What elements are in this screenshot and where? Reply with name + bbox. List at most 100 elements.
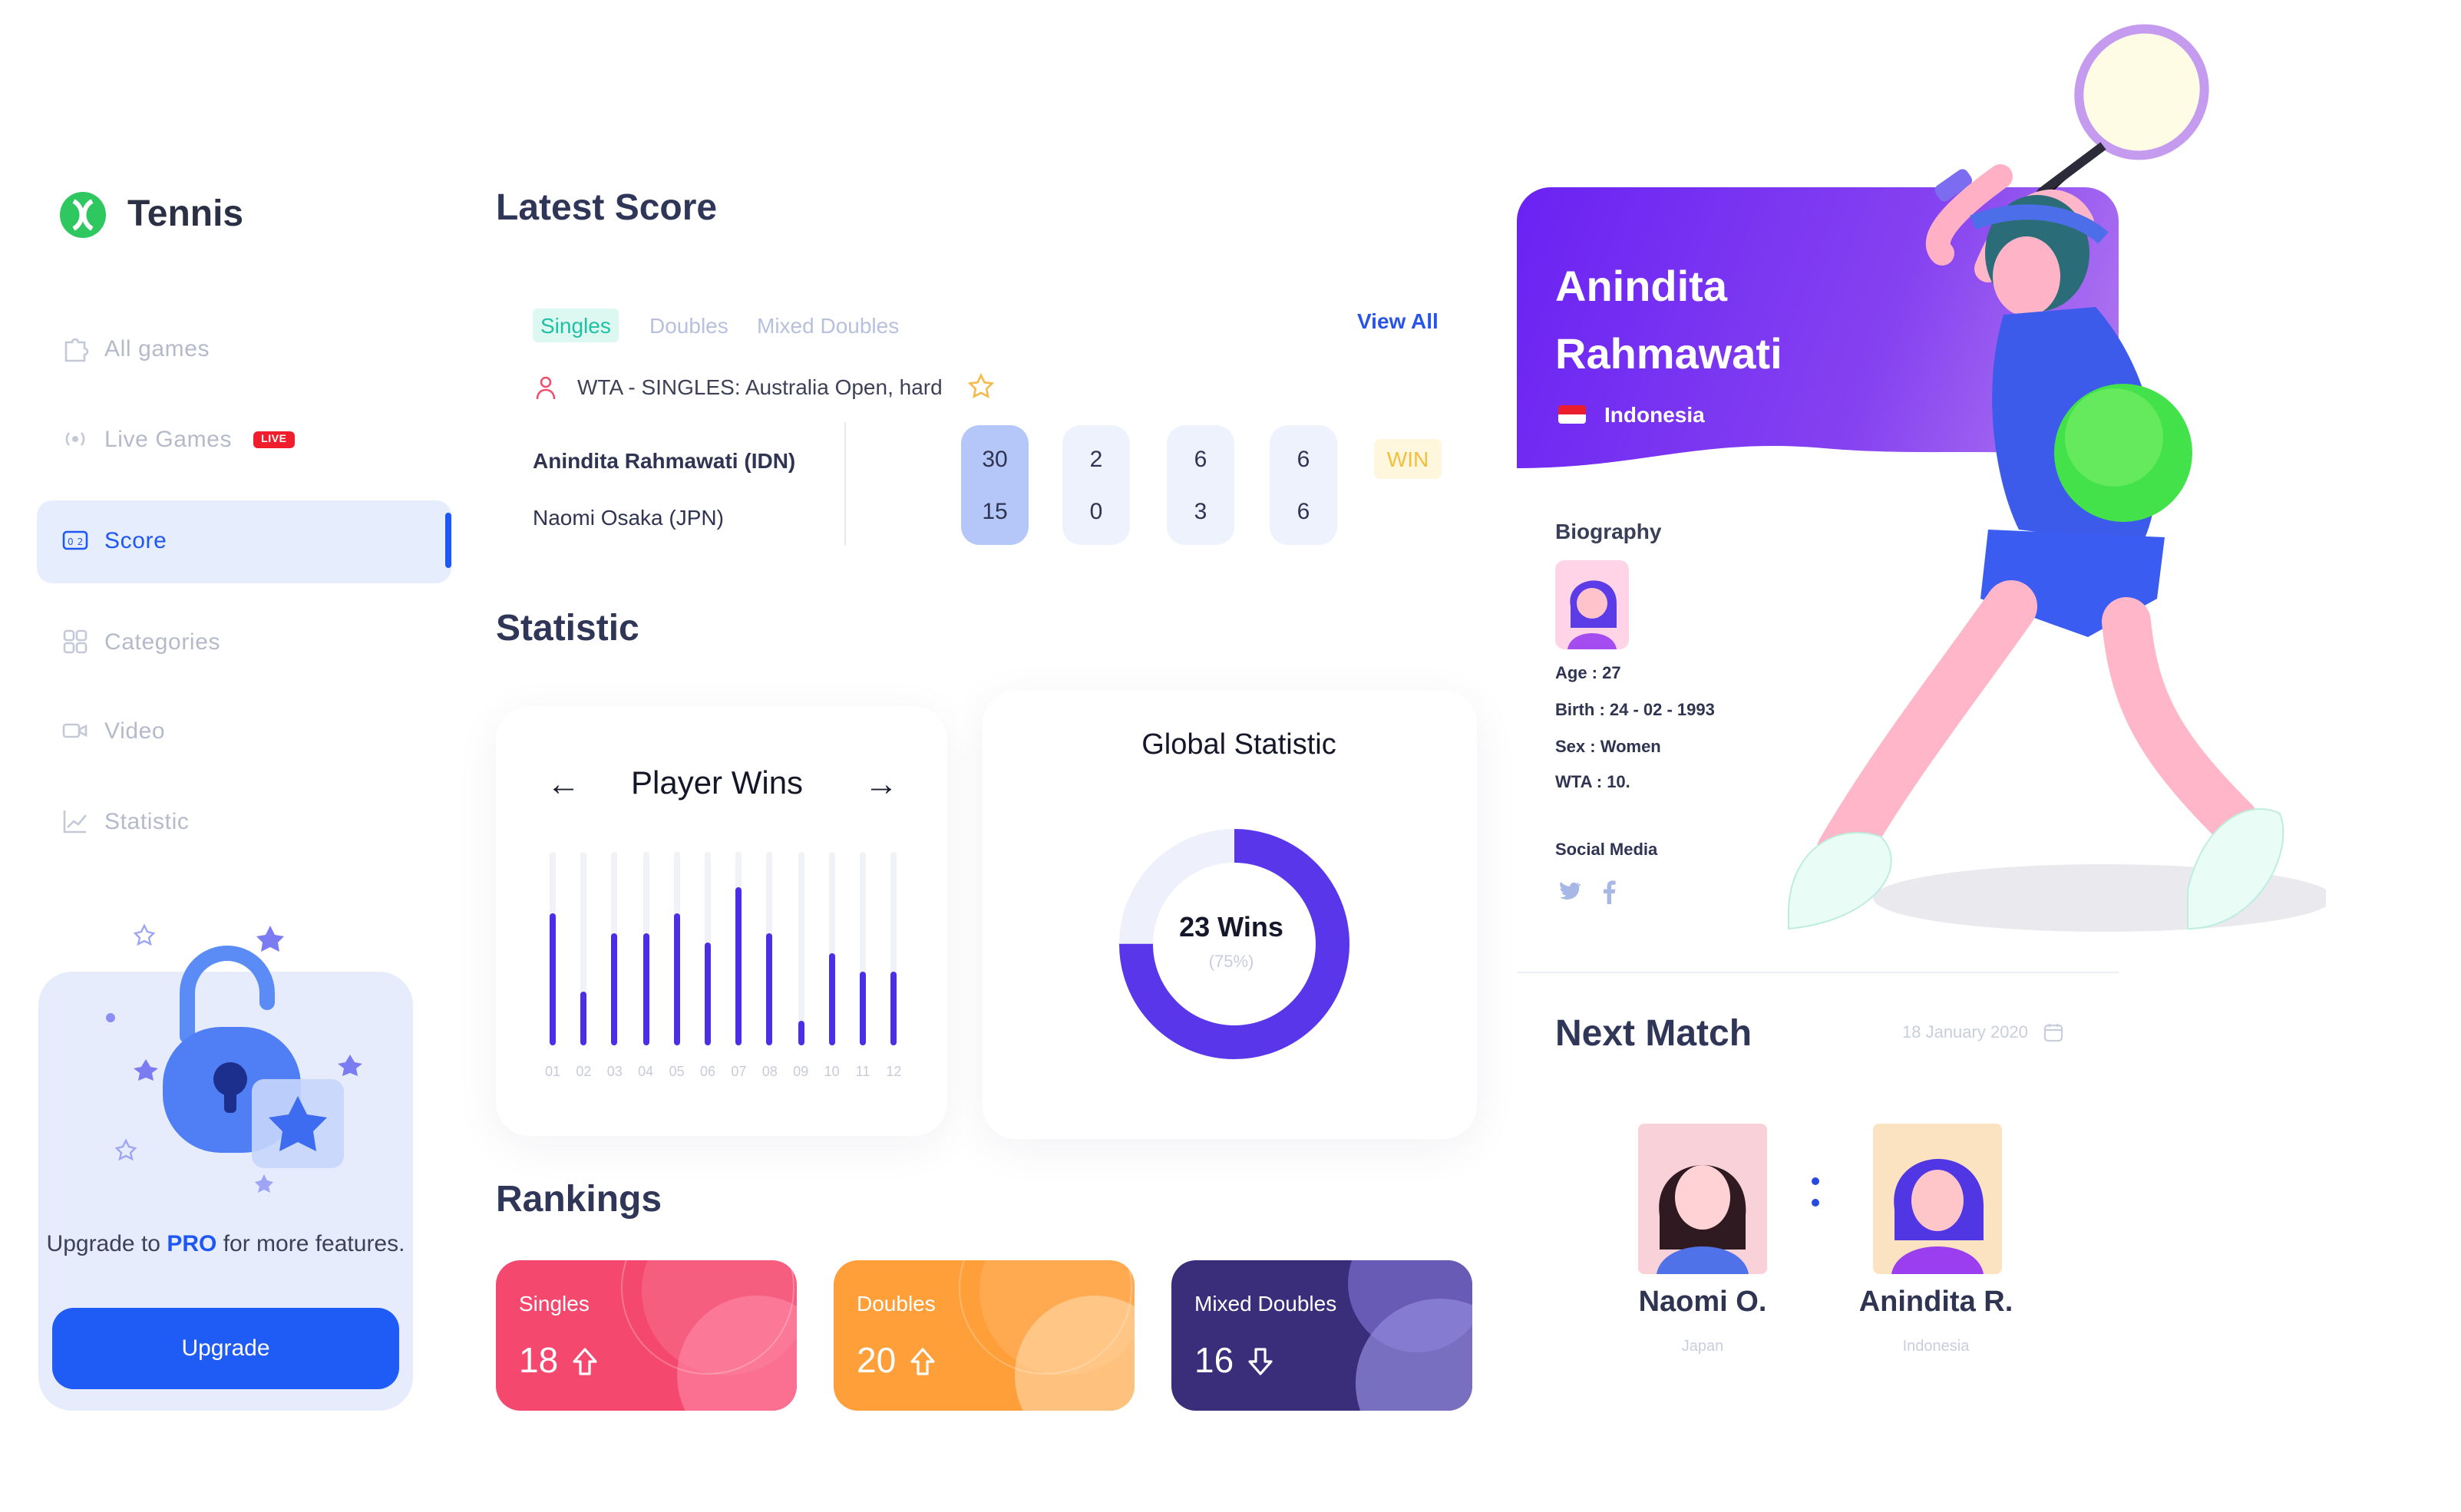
sidebar-item-categories[interactable]: Categories <box>61 628 220 655</box>
ranking-value: 20 <box>857 1340 897 1380</box>
player-name-1: Anindita Rahmawati (IDN) <box>533 448 796 473</box>
profile-country: Indonesia <box>1558 402 1705 427</box>
ranking-value: 18 <box>519 1340 559 1380</box>
bar-06[interactable] <box>705 943 711 1045</box>
bar-09[interactable] <box>798 1020 804 1045</box>
bar-12[interactable] <box>890 972 897 1045</box>
biography-label: Biography <box>1555 519 1662 543</box>
sidebar-item-label: Live Games <box>104 426 233 452</box>
calendar-icon[interactable] <box>2043 1022 2063 1042</box>
decorative-circles-icon <box>959 1260 1135 1411</box>
bar-tick-label: 12 <box>886 1064 902 1079</box>
indonesia-flag-icon <box>1558 405 1586 424</box>
bar-03[interactable] <box>611 933 618 1045</box>
bar-07[interactable] <box>735 886 742 1045</box>
upgrade-button[interactable]: Upgrade <box>52 1308 399 1389</box>
ranking-card-doubles[interactable]: Doubles 20 <box>834 1260 1135 1411</box>
next-match-player-2-country: Indonesia <box>1902 1339 1970 1355</box>
promo-text-after: for more features. <box>223 1231 405 1257</box>
bar-track <box>798 852 804 1045</box>
bar-04[interactable] <box>643 933 649 1045</box>
user-icon <box>536 375 556 399</box>
global-statistic-title: Global Statistic <box>1141 729 1336 761</box>
next-match-player-1-country: Japan <box>1681 1339 1724 1355</box>
ranking-label: Singles <box>519 1291 590 1316</box>
bar-02[interactable] <box>580 991 587 1045</box>
bar-tick-label: 04 <box>638 1064 654 1079</box>
tab-mixed-doubles[interactable]: Mixed Doubles <box>757 313 899 338</box>
bar-01[interactable] <box>550 913 556 1045</box>
profile-avatar <box>1555 560 1629 649</box>
next-arrow-icon[interactable]: → <box>864 764 898 804</box>
next-match-player-2-name: Anindita R. <box>1858 1286 2013 1319</box>
ranking-value-row: 20 <box>857 1340 936 1382</box>
ranking-value: 16 <box>1194 1340 1234 1380</box>
bar-tick-label: 02 <box>576 1064 592 1079</box>
sidebar-item-label: Score <box>104 527 167 553</box>
sidebar-item-label: Statistic <box>104 808 190 834</box>
bar-tick-label: 11 <box>855 1064 870 1079</box>
sidebar-item-label: Video <box>104 718 166 744</box>
global-wins-value: 23 Wins <box>1179 912 1283 943</box>
prev-arrow-icon[interactable]: ← <box>547 764 580 804</box>
bio-birth: Birth : 24 - 02 - 1993 <box>1555 702 1715 720</box>
statistic-title: Statistic <box>496 608 639 649</box>
bar-05[interactable] <box>673 913 680 1045</box>
score-cell: 15 <box>982 498 1008 524</box>
score-cell: 3 <box>1194 498 1207 524</box>
rankings-title: Rankings <box>496 1179 662 1220</box>
twitter-icon[interactable] <box>1558 881 1581 903</box>
upgrade-text: Upgrade to PRO for more features. <box>38 1231 413 1259</box>
score-cell: 6 <box>1297 498 1310 524</box>
vs-dot <box>1812 1177 1819 1185</box>
sidebar-item-statistic[interactable]: Statistic <box>61 807 189 835</box>
decorative-circles-icon <box>1348 1260 1472 1411</box>
next-match-date-text: 18 January 2020 <box>1902 1023 2028 1042</box>
bar-tick-label: 05 <box>669 1064 685 1079</box>
bar-tick-label: 01 <box>544 1064 560 1079</box>
bar-track <box>673 852 680 1045</box>
pro-label: PRO <box>167 1231 217 1257</box>
avatar-icon <box>1567 580 1617 649</box>
tennis-logo-icon <box>60 192 106 238</box>
score-cell: 0 <box>1089 498 1103 524</box>
opponent-avatar-naomi <box>1638 1124 1767 1274</box>
sidebar-item-all-games[interactable]: All games <box>61 335 210 362</box>
bar-08[interactable] <box>766 933 773 1045</box>
arrow-down-icon <box>1247 1347 1272 1375</box>
facebook-icon[interactable] <box>1601 880 1617 904</box>
sidebar-item-live-games[interactable]: Live Games LIVE <box>61 425 295 453</box>
bar-10[interactable] <box>828 952 835 1045</box>
decorative-circles-icon <box>621 1260 797 1411</box>
ranking-card-mixed-doubles[interactable]: Mixed Doubles 16 <box>1171 1260 1472 1411</box>
global-wins-percent: (75%) <box>1208 953 1254 972</box>
anindita-avatar-icon <box>1891 1158 1984 1274</box>
active-indicator <box>445 513 451 568</box>
bar-track <box>643 852 649 1045</box>
donut-chart <box>1119 829 1349 1059</box>
sidebar-item-score[interactable]: 0 2 Score <box>61 527 167 554</box>
scoreboard-icon: 0 2 <box>62 530 88 550</box>
vs-dot <box>1812 1199 1819 1207</box>
tennis-player-illustration-icon <box>1788 24 2326 932</box>
ranking-label: Doubles <box>857 1291 936 1316</box>
bar-track <box>828 852 835 1045</box>
broadcast-icon <box>65 432 85 446</box>
bar-tick-label: 07 <box>731 1064 747 1079</box>
star-icon[interactable] <box>967 373 995 401</box>
view-all-link[interactable]: View All <box>1357 309 1439 333</box>
win-badge: WIN <box>1374 439 1442 479</box>
camera-icon <box>62 723 88 738</box>
sidebar-item-label: All games <box>104 335 210 361</box>
bio-wta: WTA : 10. <box>1555 774 1630 792</box>
bar-track <box>705 852 711 1045</box>
bar-11[interactable] <box>860 972 866 1045</box>
tab-doubles[interactable]: Doubles <box>649 313 728 338</box>
ranking-card-singles[interactable]: Singles 18 <box>496 1260 797 1411</box>
country-name: Indonesia <box>1604 402 1705 427</box>
tab-singles[interactable]: Singles <box>533 309 619 342</box>
bar-track <box>890 852 897 1045</box>
sidebar-item-video[interactable]: Video <box>61 717 165 744</box>
arrow-up-icon <box>910 1347 934 1375</box>
ranking-value-row: 18 <box>519 1340 598 1382</box>
